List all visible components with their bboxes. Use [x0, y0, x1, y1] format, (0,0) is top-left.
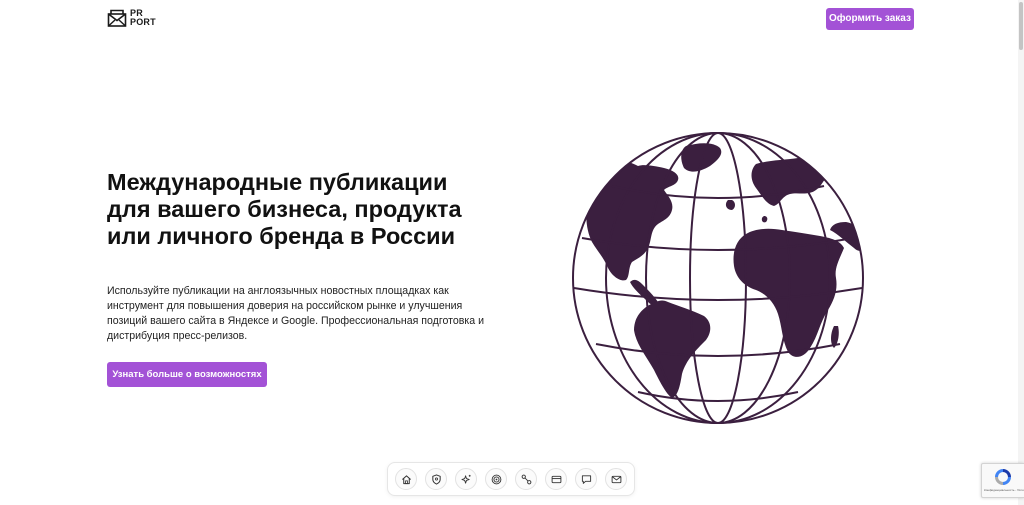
envelope-logo-icon: [107, 9, 127, 27]
dock-sparkles-button[interactable]: [455, 468, 477, 490]
recaptcha-terms: Конфиденциальность - Условия использован…: [984, 489, 1024, 492]
sparkles-icon: [460, 474, 471, 484]
dock-route-button[interactable]: [515, 468, 537, 490]
logo[interactable]: PR PORT: [107, 8, 156, 28]
logo-text: PR PORT: [130, 9, 156, 27]
page: PR PORT Оформить заказ Международные пуб…: [0, 0, 1024, 505]
shield-icon: [431, 473, 441, 485]
scrollbar[interactable]: [1018, 0, 1024, 505]
order-button[interactable]: Оформить заказ: [826, 8, 914, 30]
chat-icon: [581, 474, 591, 484]
dock-chat-button[interactable]: [575, 468, 597, 490]
credit-card-icon: [551, 475, 561, 483]
globe-illustration: [572, 132, 864, 424]
dock-home-button[interactable]: [395, 468, 417, 490]
mail-icon: [611, 475, 621, 483]
recaptcha-badge[interactable]: Конфиденциальность - Условия использован…: [981, 463, 1024, 498]
dock-mail-button[interactable]: [605, 468, 627, 490]
recaptcha-icon: [995, 469, 1011, 485]
route-icon: [521, 474, 531, 484]
target-icon: [491, 474, 501, 484]
logo-line-2: PORT: [130, 17, 156, 27]
hero-title: Международные публикации для вашего бизн…: [107, 169, 462, 249]
dock-shield-button[interactable]: [425, 468, 447, 490]
learn-more-button[interactable]: Узнать больше о возможностях: [107, 362, 267, 387]
dock-target-button[interactable]: [485, 468, 507, 490]
bottom-nav-dock: [387, 462, 635, 496]
dock-card-button[interactable]: [545, 468, 567, 490]
scrollbar-thumb[interactable]: [1019, 2, 1023, 50]
hero-description: Используйте публикации на англоязычных н…: [107, 285, 485, 342]
home-icon: [401, 474, 411, 484]
